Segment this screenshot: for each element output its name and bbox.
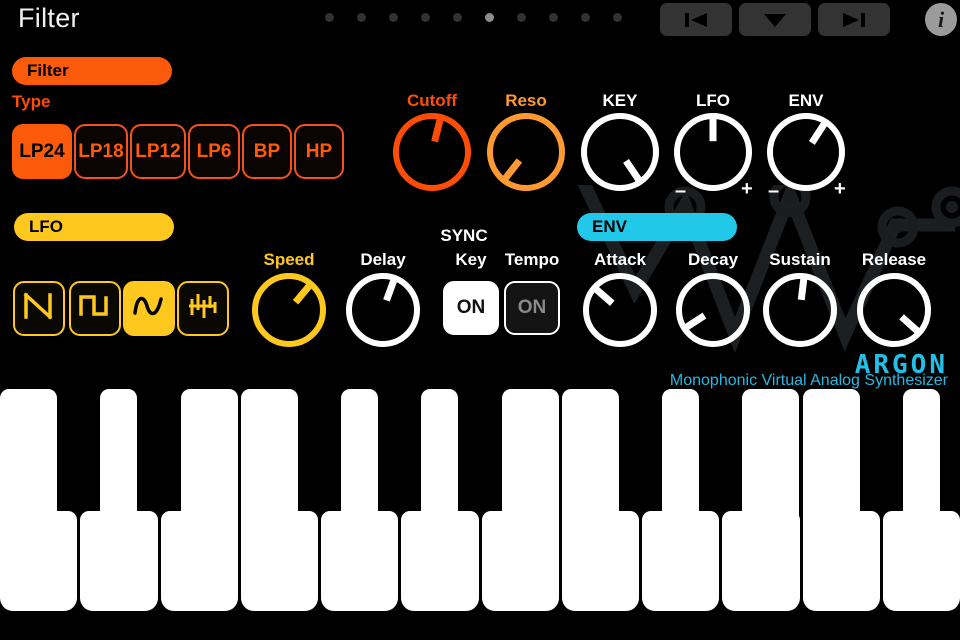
piano-white-key[interactable] <box>0 389 78 611</box>
piano-key-lower <box>80 511 158 611</box>
piano-key-lower <box>160 511 238 611</box>
piano-white-key[interactable] <box>802 389 880 611</box>
filter-knob-key[interactable] <box>576 108 664 196</box>
filter-type-label: Type <box>12 92 51 111</box>
piano-key-upper <box>240 389 298 525</box>
page-dot-0[interactable] <box>325 13 334 22</box>
lfo-waveform-square-wave[interactable] <box>69 281 121 336</box>
lfo-waveform-random-wave[interactable] <box>177 281 229 336</box>
piano-key-upper <box>0 389 58 525</box>
piano-white-key[interactable] <box>401 389 479 611</box>
lfo-section-pill: LFO <box>14 213 174 241</box>
filter-type-lp12[interactable]: LP12 <box>130 124 186 179</box>
piano-white-key[interactable] <box>722 389 800 611</box>
brand-tagline: Monophonic Virtual Analog Synthesizer <box>669 372 948 389</box>
piano-key-lower <box>722 511 800 611</box>
page-dot-2[interactable] <box>389 13 398 22</box>
filter-type-lp24[interactable]: LP24 <box>12 124 72 179</box>
bipolar-plus-lfo: + <box>741 178 753 200</box>
lfo-waveform-sine-wave[interactable] <box>123 281 175 336</box>
piano-white-key[interactable] <box>561 389 639 611</box>
env-knob-decay[interactable] <box>671 268 755 352</box>
lfo-waveform-sawtooth-wave[interactable] <box>13 281 65 336</box>
piano-key-upper <box>100 389 138 525</box>
env-knob-sustain[interactable] <box>758 268 842 352</box>
synth-app: Filter i Filter Type LP24 LP18 LP12 LP6 … <box>0 0 960 640</box>
skip-next-icon <box>839 11 869 29</box>
next-preset-button[interactable] <box>818 3 890 36</box>
sawtooth-wave-icon <box>22 291 56 326</box>
env-section-pill: ENV <box>577 213 737 241</box>
filter-knob-cutoff[interactable] <box>388 108 476 196</box>
page-dot-6[interactable] <box>517 13 526 22</box>
piano-key-lower <box>240 511 318 611</box>
piano-key-upper <box>742 389 800 525</box>
preset-nav-buttons <box>660 3 890 36</box>
env-knob-label-release: Release <box>861 250 927 269</box>
bipolar-minus-lfo: – <box>675 180 687 202</box>
sync-toggle-tempo[interactable]: ON <box>504 281 560 335</box>
preset-list-button[interactable] <box>739 3 811 36</box>
bipolar-plus-env: + <box>834 178 846 200</box>
piano-white-key[interactable] <box>882 389 960 611</box>
page-dot-3[interactable] <box>421 13 430 22</box>
env-knob-release[interactable] <box>852 268 936 352</box>
piano-key-lower <box>401 511 479 611</box>
prev-preset-button[interactable] <box>660 3 732 36</box>
chevron-down-icon <box>762 12 788 28</box>
random-wave-icon <box>186 291 220 326</box>
filter-section-pill: Filter <box>12 57 172 85</box>
page-dot-1[interactable] <box>357 13 366 22</box>
piano-key-upper <box>561 389 619 525</box>
piano-key-upper <box>902 389 940 525</box>
piano-white-key[interactable] <box>240 389 318 611</box>
piano-white-key[interactable] <box>642 389 720 611</box>
sync-group-label: SYNC <box>440 226 488 245</box>
piano-key-lower <box>321 511 399 611</box>
page-title: Filter <box>18 3 80 33</box>
filter-type-bp[interactable]: BP <box>242 124 292 179</box>
piano-key-upper <box>341 389 379 525</box>
filter-knob-reso[interactable] <box>482 108 570 196</box>
page-dot-8[interactable] <box>581 13 590 22</box>
top-bar: Filter i <box>0 0 960 40</box>
sync-toggle-key[interactable]: ON <box>443 281 499 335</box>
page-dot-9[interactable] <box>613 13 622 22</box>
lfo-knob-speed[interactable] <box>247 268 331 352</box>
skip-previous-icon <box>681 11 711 29</box>
piano-key-upper <box>180 389 238 525</box>
filter-type-hp[interactable]: HP <box>294 124 344 179</box>
piano-key-upper <box>501 389 559 525</box>
page-dot-5[interactable] <box>485 13 494 22</box>
piano-key-upper <box>421 389 459 525</box>
sine-wave-icon <box>132 291 166 326</box>
piano-white-key[interactable] <box>481 389 559 611</box>
piano-key-upper <box>802 389 860 525</box>
lfo-knob-delay[interactable] <box>341 268 425 352</box>
piano-keyboard[interactable] <box>0 389 960 611</box>
page-indicator-dots[interactable] <box>325 13 645 22</box>
piano-key-lower <box>0 511 78 611</box>
piano-key-upper <box>662 389 700 525</box>
filter-type-lp18[interactable]: LP18 <box>74 124 128 179</box>
filter-type-lp6[interactable]: LP6 <box>188 124 240 179</box>
piano-white-key[interactable] <box>160 389 238 611</box>
env-knob-attack[interactable] <box>578 268 662 352</box>
piano-white-key[interactable] <box>321 389 399 611</box>
page-dot-7[interactable] <box>549 13 558 22</box>
bipolar-minus-env: – <box>768 180 780 202</box>
piano-white-key[interactable] <box>80 389 158 611</box>
piano-key-lower <box>802 511 880 611</box>
square-wave-icon <box>78 291 112 326</box>
info-button[interactable]: i <box>925 3 957 36</box>
page-dot-4[interactable] <box>453 13 462 22</box>
piano-key-lower <box>642 511 720 611</box>
piano-key-lower <box>481 511 559 611</box>
piano-key-lower <box>561 511 639 611</box>
piano-key-lower <box>882 511 960 611</box>
